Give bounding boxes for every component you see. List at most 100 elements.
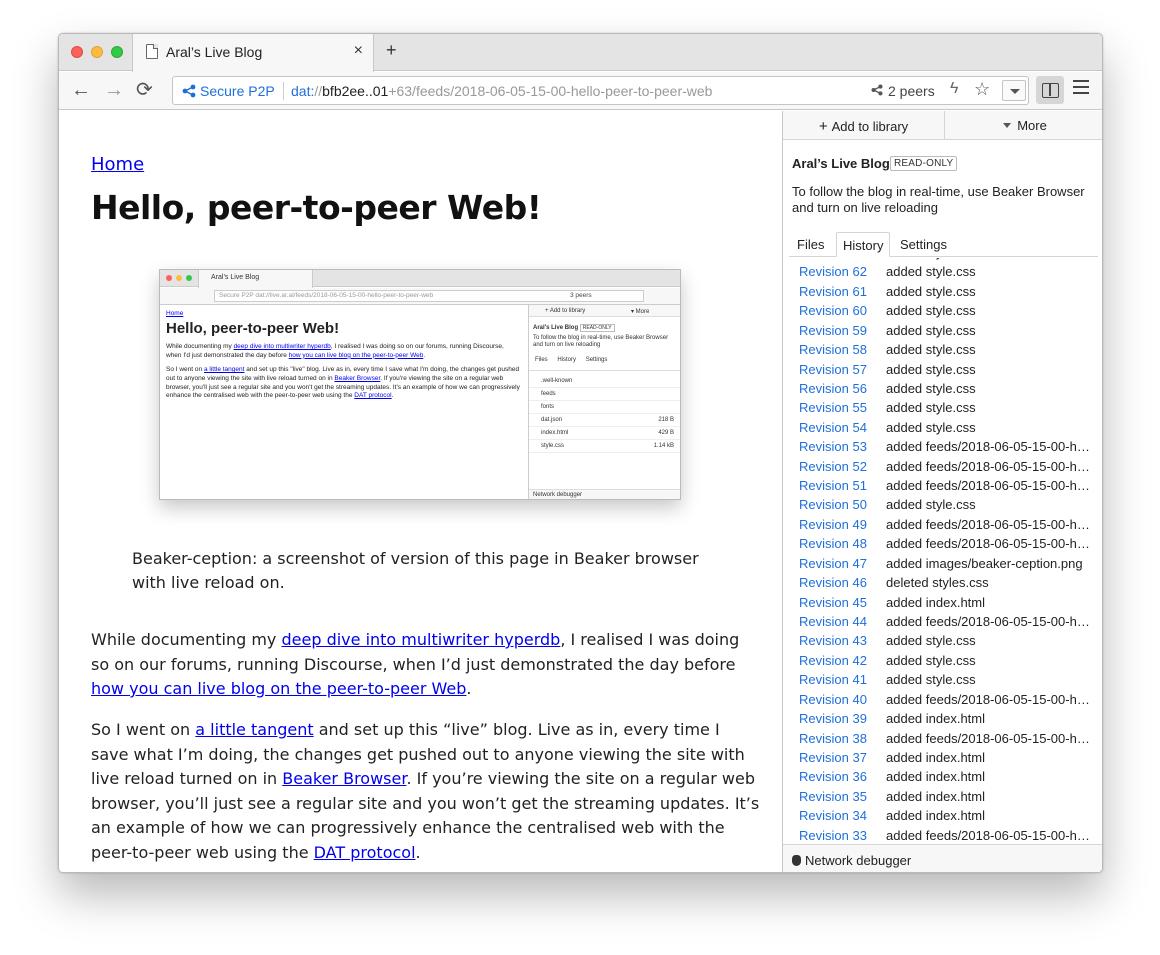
- sidebar-toggle-icon[interactable]: [1036, 76, 1064, 104]
- revision-link[interactable]: Revision 49: [799, 517, 867, 532]
- figure-caption: Beaker-ception: a screenshot of version …: [132, 549, 699, 592]
- revision-link[interactable]: Revision 50: [799, 497, 867, 512]
- add-to-library-label: Add to library: [831, 119, 909, 134]
- revision-message: added index.html: [886, 769, 986, 785]
- history-row: Revision 55 added style.css: [783, 398, 1102, 417]
- mini-file-name: index.html: [541, 430, 569, 436]
- link-beaker-browser[interactable]: Beaker Browser: [282, 769, 406, 788]
- home-link[interactable]: Home: [91, 154, 144, 175]
- beaker-ception-screenshot: Aral’s Live Blog Secure P2P dat://live.a…: [159, 269, 681, 500]
- revision-link[interactable]: Revision 36: [799, 769, 867, 784]
- revision-link[interactable]: Revision 55: [799, 400, 867, 415]
- close-window-button[interactable]: [71, 46, 83, 58]
- revision-message: added index.html: [886, 788, 986, 804]
- revision-link[interactable]: Revision 34: [799, 808, 867, 823]
- revision-link[interactable]: Revision 42: [799, 653, 867, 668]
- revision-link[interactable]: Revision 47: [799, 556, 867, 571]
- revision-link[interactable]: Revision 57: [799, 362, 867, 377]
- new-tab-button[interactable]: +: [386, 40, 397, 61]
- revision-link[interactable]: Revision 46: [799, 575, 867, 590]
- url-slashes: //: [314, 83, 323, 99]
- tab-history[interactable]: History: [836, 232, 891, 257]
- mini-p2-d: .: [391, 392, 394, 400]
- history-row: Revision 45 added index.html: [783, 593, 1102, 612]
- link-little-tangent[interactable]: a little tangent: [195, 720, 313, 739]
- secure-p2p-label[interactable]: Secure P2P: [200, 83, 275, 99]
- more-button[interactable]: More: [945, 111, 1102, 140]
- reload-button[interactable]: ⟳: [136, 77, 153, 103]
- minimize-window-button[interactable]: [91, 46, 103, 58]
- revision-link[interactable]: Revision 40: [799, 692, 867, 707]
- read-only-badge: READ-ONLY: [890, 156, 958, 171]
- mini-file-row: feeds: [529, 388, 680, 401]
- mini-p2-link2: Beaker Browser: [334, 374, 381, 382]
- history-row: Revision 39 added index.html: [783, 709, 1102, 728]
- revision-link[interactable]: Revision 51: [799, 478, 867, 493]
- tab-files[interactable]: Files: [791, 232, 830, 257]
- history-row: Revision 33 added feeds/2018-06-05-15-00-…: [783, 826, 1102, 845]
- revision-link[interactable]: Revision 53: [799, 439, 867, 454]
- url-text[interactable]: dat://bfb2ee..01+63/feeds/2018-06-05-15-…: [291, 83, 712, 99]
- revision-link[interactable]: Revision 59: [799, 323, 867, 338]
- mini-p2-a: So I went on: [166, 366, 204, 374]
- network-debugger-button[interactable]: Network debugger: [783, 844, 1102, 872]
- mini-peers: 3 peers: [570, 292, 592, 299]
- mini-paragraph-2: So I went on a little tangent and set up…: [166, 366, 521, 400]
- tab-arals-live-blog[interactable]: Aral’s Live Blog ×: [132, 34, 374, 72]
- revision-link[interactable]: Revision 38: [799, 731, 867, 746]
- revision-link[interactable]: Revision 39: [799, 711, 867, 726]
- revision-link[interactable]: Revision 41: [799, 672, 867, 687]
- history-row: Revision 44 added feeds/2018-06-05-15-00-…: [783, 612, 1102, 631]
- revision-link[interactable]: Revision 56: [799, 381, 867, 396]
- revision-link[interactable]: Revision 33: [799, 828, 867, 843]
- revision-link[interactable]: Revision 44: [799, 614, 867, 629]
- revision-link[interactable]: Revision 43: [799, 633, 867, 648]
- revision-link[interactable]: Revision 48: [799, 536, 867, 551]
- live-reload-bolt-icon[interactable]: ϟ: [950, 80, 958, 98]
- link-multiwriter-hyperdb[interactable]: deep dive into multiwriter hyperdb: [281, 630, 560, 649]
- revision-link[interactable]: Revision 45: [799, 595, 867, 610]
- site-info-sidebar: + Add to library More Aral’s Live Blog RE…: [782, 111, 1102, 872]
- revision-message: added style.css: [886, 342, 976, 358]
- link-dat-protocol[interactable]: DAT protocol: [314, 843, 416, 862]
- mini-home-link: Home: [166, 310, 184, 317]
- mini-desc: To follow the blog in real-time, use Bea…: [533, 335, 669, 348]
- history-row: Revision 36 added index.html: [783, 767, 1102, 786]
- add-to-library-button[interactable]: + Add to library: [783, 111, 945, 140]
- revision-link[interactable]: Revision 54: [799, 420, 867, 435]
- site-name: Aral’s Live Blog: [792, 156, 890, 171]
- revision-link[interactable]: Revision 35: [799, 789, 867, 804]
- link-live-blog-p2p[interactable]: how you can live blog on the peer-to-pee…: [91, 679, 466, 698]
- zoom-window-button[interactable]: [111, 46, 123, 58]
- mini-footer: Network debugger: [529, 489, 680, 499]
- history-list[interactable]: Revision 63 added style.css Revision 62 add…: [783, 258, 1102, 845]
- mini-tab: Aral’s Live Blog: [198, 270, 313, 288]
- revision-message: added index.html: [886, 808, 986, 824]
- url-host: bfb2ee..01: [322, 83, 389, 99]
- revision-link[interactable]: Revision 61: [799, 284, 867, 299]
- history-row: Revision 37 added index.html: [783, 748, 1102, 767]
- mini-p1-link2: how you can live blog on the peer-to-pee…: [288, 351, 424, 359]
- back-button[interactable]: ←: [71, 77, 91, 103]
- revision-link[interactable]: Revision 63: [799, 258, 867, 260]
- revision-link[interactable]: Revision 60: [799, 303, 867, 318]
- hamburger-menu-icon[interactable]: [1073, 80, 1089, 94]
- mini-file-name: fonts: [541, 404, 555, 410]
- revision-message: added feeds/2018-06-05-15-00-hello-peer-…: [886, 516, 1096, 532]
- url-path: +63/feeds/2018-06-05-15-00-hello-peer-to…: [388, 83, 713, 99]
- revision-link[interactable]: Revision 37: [799, 750, 867, 765]
- mini-tabs: Files History Settings: [529, 349, 680, 371]
- revision-link[interactable]: Revision 58: [799, 342, 867, 357]
- paragraph-1: While documenting my deep dive into mult…: [91, 628, 761, 702]
- bookmark-star-icon[interactable]: ☆: [974, 79, 990, 100]
- forward-button[interactable]: →: [104, 77, 124, 103]
- url-bar[interactable]: Secure P2P dat://bfb2ee..01+63/feeds/201…: [172, 76, 1029, 105]
- url-dropdown-button[interactable]: [1002, 80, 1026, 101]
- tab-settings[interactable]: Settings: [894, 232, 953, 257]
- mini-file-list: .well-known feeds fonts dat.json 218 B in…: [529, 375, 680, 453]
- history-row: Revision 49 added feeds/2018-06-05-15-00-…: [783, 515, 1102, 534]
- revision-link[interactable]: Revision 62: [799, 264, 867, 279]
- mini-sidebar: + Add to library ▾ More Aral's Live Blog…: [528, 305, 680, 499]
- revision-link[interactable]: Revision 52: [799, 459, 867, 474]
- close-tab-icon[interactable]: ×: [354, 42, 363, 60]
